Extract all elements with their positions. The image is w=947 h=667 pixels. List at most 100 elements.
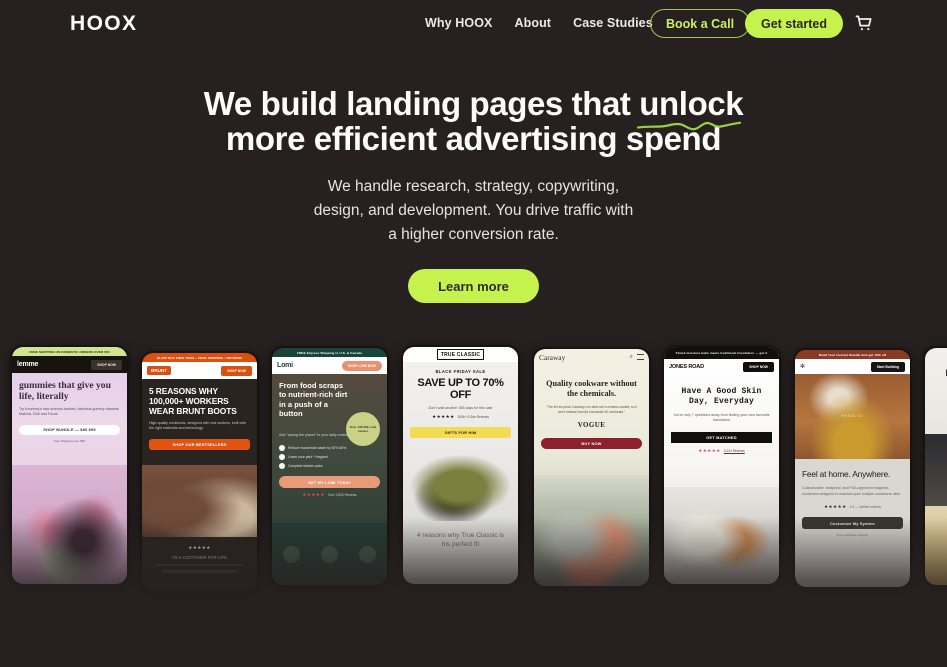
card-image	[12, 465, 127, 584]
showcase-card-caraway[interactable]: Caraway ⌕ Quality cookware without the c…	[532, 347, 651, 588]
card-description: You're only 7 questions away from findin…	[673, 413, 770, 423]
subheading-line-3: a higher conversion rate.	[388, 226, 559, 243]
shopping-cart-icon[interactable]	[854, 13, 874, 33]
card-note: Free worldwide shipping	[836, 533, 869, 538]
landing-page: HOOX Why HOOX About Case Studies Book a …	[0, 0, 947, 667]
card-description: Don't wait another 365 days for this sal…	[428, 406, 493, 410]
subheading-line-2: design, and development. You drive traff…	[313, 202, 634, 219]
brand-logo[interactable]: HOOX	[70, 12, 137, 36]
hero-section: We build landing pages that unlock more …	[0, 86, 947, 303]
card-headline: gummies that give you life, literally	[19, 380, 111, 402]
showcase-card-brunt[interactable]: $1,000 BOA FREE TRIAL • FREE SHIPPING • …	[140, 351, 259, 592]
card-reviews: Over 2,800 Reviews	[327, 493, 357, 498]
card-quote: "The full six-piece Caraway non-stick se…	[546, 405, 637, 414]
nav-link-why-hoox[interactable]: Why HOOX	[425, 16, 492, 30]
card-nav-button[interactable]: SHOP NOW	[743, 362, 774, 372]
card-banner: Build Your Custom Bundle And get 15% off	[818, 352, 887, 357]
card-headline: Have A Good Skin Day, Everyday	[681, 387, 762, 406]
card-reviews: 4.9 — verified reviews	[849, 505, 881, 510]
card-image	[664, 487, 779, 584]
card-brand: Lomi	[277, 362, 293, 369]
nav-link-case-studies[interactable]: Case Studies	[573, 16, 653, 30]
card-image	[403, 453, 518, 521]
showcase-card-true-classic[interactable]: TRUE CLASSIC BLACK FRIDAY SALE SAVE UP T…	[401, 345, 520, 586]
card-cta-button[interactable]: BUY NOW	[541, 437, 642, 449]
nav-link-about[interactable]: About	[514, 16, 551, 30]
card-rating: ★★★★★	[824, 504, 847, 510]
card-cta-button[interactable]: GET MATCHED	[671, 431, 772, 443]
card-footer: 4 reasons why True Classic is his perfec…	[416, 532, 505, 548]
card-headline: BEST LEGGINGS	[932, 368, 947, 378]
headline-line-1-part-1: We build landing pages that	[203, 85, 640, 122]
showcase-card-jones-road[interactable]: Tinted moisture balm meets traditional f…	[662, 345, 781, 586]
card-quote-source: VOGUE	[577, 420, 606, 429]
card-bullet: Complete kitchen pairs	[288, 464, 323, 469]
card-nav-button[interactable]: SHOP LOMI NOW	[341, 360, 382, 371]
page-title: We build landing pages that unlock more …	[0, 86, 947, 156]
card-rating: ★★★★★	[432, 414, 455, 420]
card-rating: ★★★★★	[698, 447, 721, 453]
card-headline: From food scraps to nutrient-rich dirt i…	[279, 381, 348, 419]
headline-line-2: more efficient advertising spend	[225, 120, 722, 157]
card-reviews: 150k+ 5-Star Reviews	[457, 415, 489, 420]
card-rating: ★★★★★	[188, 545, 211, 550]
check-icon	[279, 463, 285, 470]
subheading-line-1: We handle research, strategy, copywritin…	[327, 178, 620, 195]
feature-icon	[282, 545, 300, 563]
card-brand: TRUE CLASSIC	[436, 349, 485, 360]
card-image	[534, 475, 649, 586]
card-nav-button[interactable]: SHOP NOW	[91, 359, 122, 370]
card-banner: $1,000 BOA FREE TRIAL • FREE SHIPPING • …	[156, 355, 243, 360]
get-started-button[interactable]: Get started	[745, 9, 843, 38]
card-headline: 5 REASONS WHY 100,000+ WORKERS WEAR BRUN…	[149, 386, 237, 416]
card-banner: FREE SHIPPING ON DOMESTIC ORDERS OVER $5…	[29, 349, 110, 354]
card-description: Add "saving the planet" to your daily ro…	[279, 432, 349, 437]
card-cta-button[interactable]: GIFTS FOR HIM	[410, 427, 511, 439]
card-nav-button[interactable]: Start Building	[870, 361, 905, 372]
card-description: High-quality workboots, designed with re…	[149, 421, 246, 431]
card-nav-button[interactable]: SHOP NOW	[221, 365, 252, 376]
card-headline: SAVE UP TO 70% OFF	[417, 377, 504, 401]
card-cta-button[interactable]: SHOP OUR BESTSELLERS	[149, 438, 250, 450]
showcase-card-vesta[interactable]: Build Your Custom Bundle And get 15% off…	[793, 348, 912, 589]
card-note: Free Shipping over $50	[53, 438, 86, 443]
feature-icon	[320, 545, 338, 563]
card-image: vesta.co	[795, 374, 910, 459]
learn-more-button[interactable]: Learn more	[408, 269, 539, 303]
top-navigation: HOOX Why HOOX About Case Studies Book a …	[0, 0, 947, 48]
card-cta-button[interactable]: SHOP BUNDLE — $80 $99	[19, 424, 120, 435]
card-image	[925, 434, 947, 506]
book-a-call-button[interactable]: Book a Call	[650, 9, 751, 38]
search-icon[interactable]: ⌕	[630, 354, 633, 361]
card-bullet: Lower your yard + fragrant	[288, 455, 328, 460]
card-banner: FREE Express Shipping to U.S. & Canada	[297, 350, 362, 355]
showcase-card-partial[interactable]: BEST LEGGINGS	[923, 346, 947, 587]
squiggle-underline-icon	[637, 121, 742, 131]
card-banner: Tinted moisture balm meets traditional f…	[675, 351, 768, 355]
card-eyebrow: BLACK FRIDAY SALE	[435, 369, 486, 374]
card-description: Customizable, leakproof, and FDA-approve…	[802, 486, 902, 496]
card-description: Try Kourtney's new science-backed, delic…	[19, 407, 120, 417]
nav-links: Why HOOX About Case Studies	[425, 16, 653, 30]
card-headline: Quality cookware without the chemicals.	[546, 379, 637, 398]
hero-subheading: We handle research, strategy, copywritin…	[0, 175, 947, 247]
card-brand: ✻	[800, 364, 806, 370]
card-cta-button[interactable]: Customize My System	[802, 517, 903, 530]
card-headline: Feel at home. Anywhere.	[802, 469, 891, 479]
card-watermark: vesta.co	[841, 413, 864, 419]
card-image	[142, 465, 257, 537]
card-bullet: Reduce household waste by 30%-60%	[288, 446, 347, 451]
check-icon	[279, 454, 285, 461]
headline-highlight-word: unlock	[639, 85, 744, 122]
card-brand: Caraway	[539, 352, 566, 362]
feature-icon	[359, 545, 377, 563]
showcase-card-lemme[interactable]: FREE SHIPPING ON DOMESTIC ORDERS OVER $5…	[10, 345, 129, 586]
card-review-title: I'M A CUSTOMER FOR LIFE	[172, 555, 227, 560]
showcase-strip: FREE SHIPPING ON DOMESTIC ORDERS OVER $5…	[0, 340, 947, 667]
card-rating: ★★★★★	[302, 492, 325, 498]
card-cta-button[interactable]: GET MY LOMI TODAY	[279, 476, 380, 489]
card-reviews[interactable]: 5,124 Reviews	[724, 449, 745, 453]
menu-icon[interactable]	[637, 354, 644, 360]
showcase-card-lomi[interactable]: FREE Express Shipping to U.S. & Canada L…	[270, 346, 389, 587]
card-brand: JONES ROAD	[669, 364, 704, 370]
